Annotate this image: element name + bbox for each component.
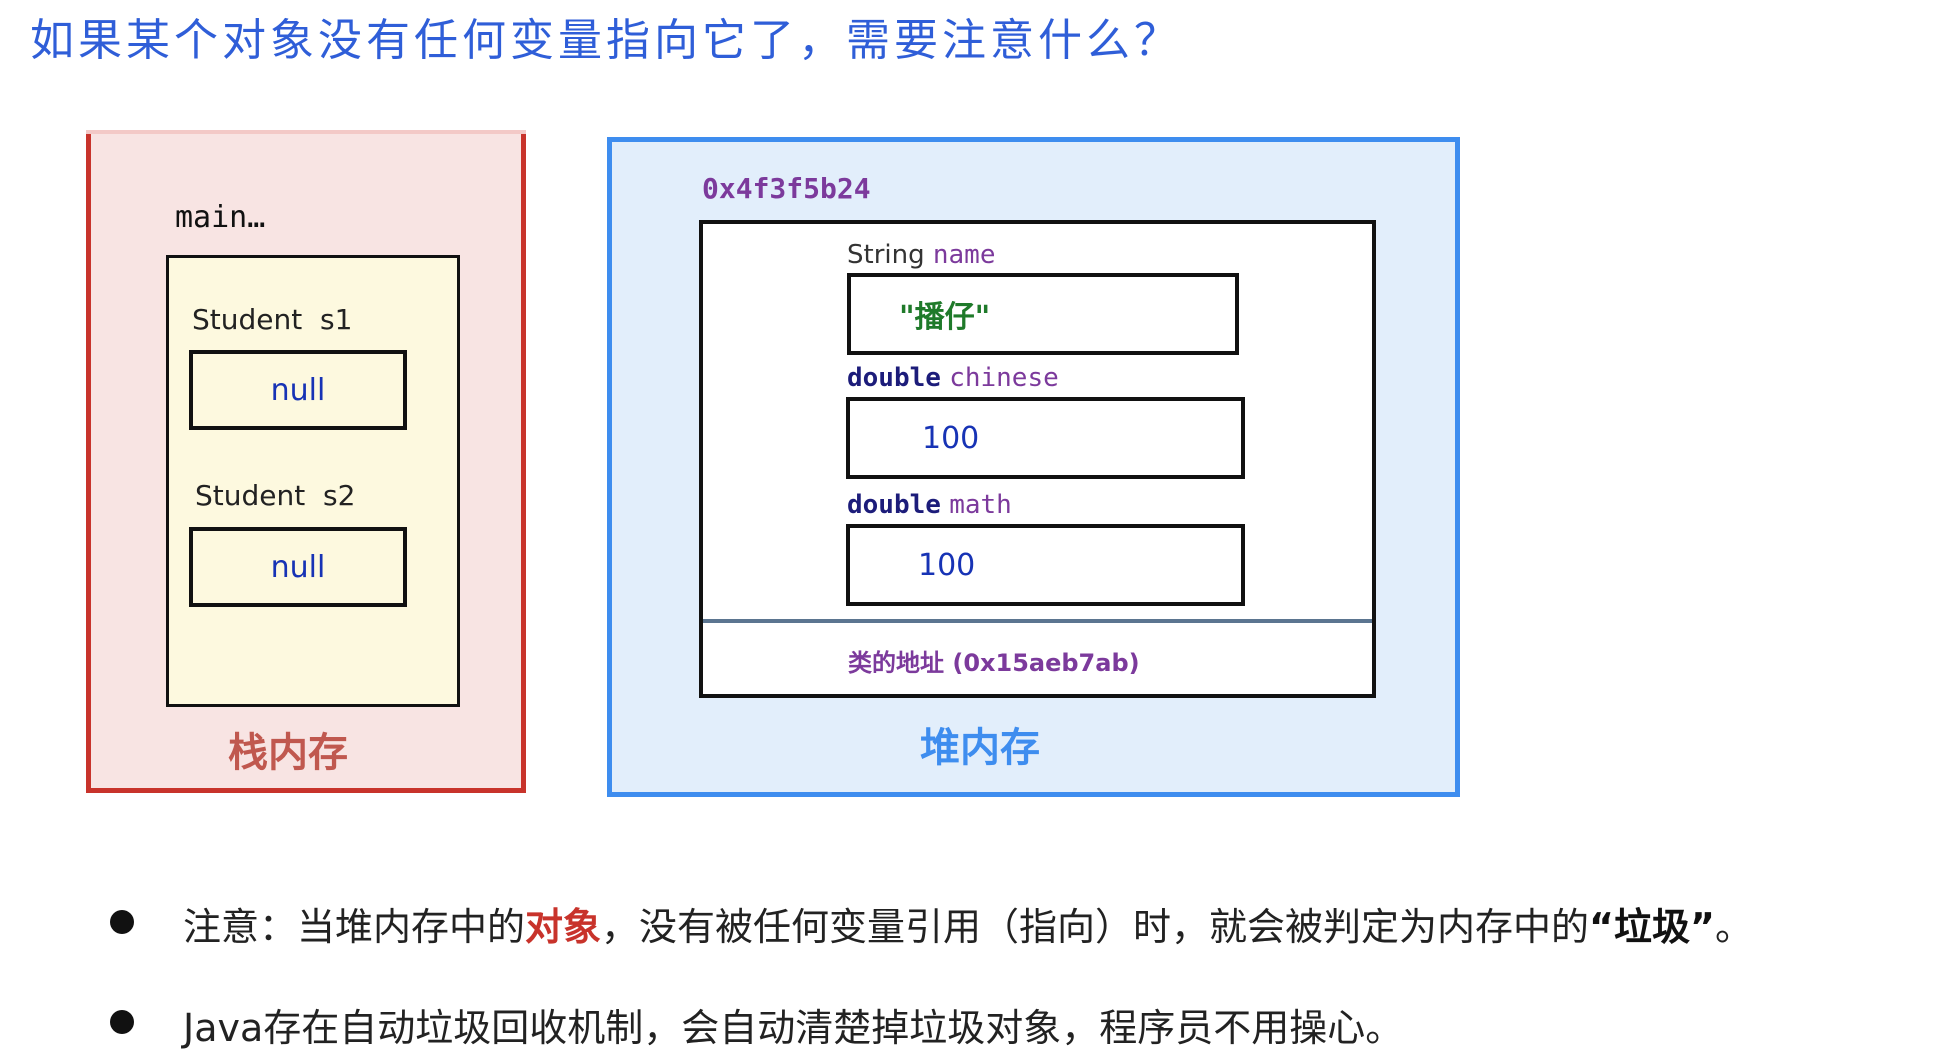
bullet-1-part2: ，没有被任何变量引用（指向）时，就会被判定为内存中的 — [601, 905, 1590, 949]
field-chinese-value: 100 — [922, 420, 980, 456]
var-s2-value: null — [189, 527, 407, 607]
field-name-name: name — [932, 240, 996, 270]
bullet-1-highlight: 对象 — [525, 905, 602, 949]
stack-memory-label: 栈内存 — [228, 730, 348, 776]
field-chinese-type: double — [847, 363, 941, 393]
object-address: 0x4f3f5b24 — [702, 172, 871, 205]
field-chinese-label: double chinese — [847, 363, 1059, 393]
field-math-type: double — [847, 490, 941, 520]
bullet-dot-2 — [110, 1010, 134, 1034]
field-math-value: 100 — [918, 547, 976, 583]
field-math-label: double math — [847, 490, 1012, 520]
bullet-text-1: 注意：当堆内存中的对象，没有被任何变量引用（指向）时，就会被判定为内存中的“垃圾… — [183, 896, 1753, 951]
field-name-type: String — [847, 240, 925, 270]
var-s2-label: Student s2 — [195, 479, 356, 512]
bullet-dot-1 — [110, 910, 134, 934]
field-name-box: "播仔" — [847, 273, 1239, 355]
bullet-1-end: 。 — [1715, 905, 1754, 949]
stack-top-edge — [86, 130, 526, 134]
field-name-value: "播仔" — [899, 300, 991, 335]
field-name-label: String name — [847, 240, 995, 270]
heap-memory-label: 堆内存 — [920, 725, 1040, 771]
bullet-1-part1: 注意：当堆内存中的 — [183, 905, 526, 949]
main-method-label: main… — [175, 200, 266, 235]
var-s1-value: null — [189, 350, 407, 430]
field-math-name: math — [949, 490, 1012, 520]
bullet-1-bold: “垃圾” — [1589, 905, 1715, 949]
page-title: 如果某个对象没有任何变量指向它了，需要注意什么？ — [30, 15, 1182, 66]
var-s1-label: Student s1 — [192, 303, 353, 336]
field-chinese-box: 100 — [846, 397, 1245, 479]
field-chinese-name: chinese — [949, 363, 1059, 393]
class-address: 类的地址 (0x15aeb7ab) — [848, 649, 1140, 677]
field-math-box: 100 — [846, 524, 1245, 606]
object-header-divider — [703, 619, 1372, 623]
